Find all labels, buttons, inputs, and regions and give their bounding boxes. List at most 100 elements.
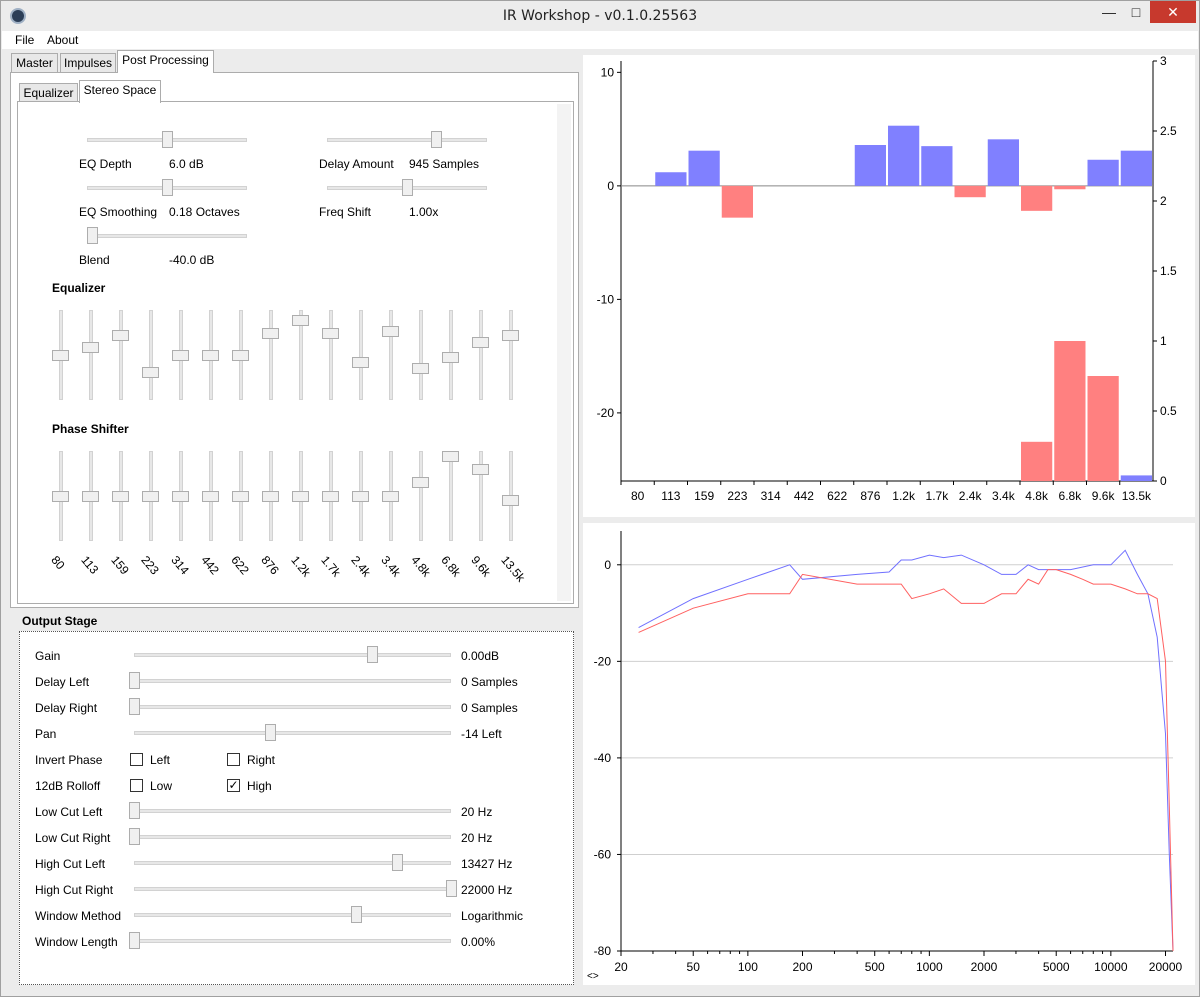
pan-thumb[interactable] bbox=[265, 724, 277, 741]
delay-right-value: 0 Samples bbox=[461, 701, 518, 715]
low-cut-left-slider[interactable] bbox=[134, 809, 451, 813]
eq-depth-thumb[interactable] bbox=[161, 131, 173, 148]
phase-thumb-442[interactable] bbox=[202, 490, 219, 502]
delay-right-thumb[interactable] bbox=[129, 698, 140, 715]
tab-post-processing[interactable]: Post Processing bbox=[117, 50, 214, 73]
scroll-hint[interactable]: <> bbox=[587, 971, 599, 982]
eq-thumb-9.6k[interactable] bbox=[472, 336, 489, 348]
phase-thumb-13.5k[interactable] bbox=[502, 495, 519, 507]
window-method-thumb[interactable] bbox=[350, 906, 362, 923]
phase-thumb-159[interactable] bbox=[112, 490, 129, 502]
delay-right-slider[interactable] bbox=[134, 705, 451, 709]
phase-thumb-223[interactable] bbox=[142, 490, 159, 502]
menu-file[interactable]: File bbox=[15, 33, 34, 47]
freq-shift-thumb[interactable] bbox=[401, 179, 413, 196]
eq-slider-876[interactable] bbox=[269, 310, 273, 400]
gain-slider[interactable] bbox=[134, 653, 451, 657]
minimize-button[interactable]: — bbox=[1096, 1, 1122, 23]
invert-right-checkbox[interactable] bbox=[227, 753, 240, 766]
eq-thumb-442[interactable] bbox=[202, 349, 219, 361]
eq-thumb-1.2k[interactable] bbox=[292, 314, 309, 326]
delay-left-slider[interactable] bbox=[134, 679, 451, 683]
phase-thumb-80[interactable] bbox=[52, 490, 69, 502]
high-cut-right-thumb[interactable] bbox=[446, 880, 457, 897]
eq-slider-4.8k[interactable] bbox=[419, 310, 423, 400]
window-method-slider[interactable] bbox=[134, 913, 451, 917]
menu-about[interactable]: About bbox=[47, 33, 78, 47]
tab-stereo-space[interactable]: Stereo Space bbox=[79, 80, 161, 103]
blend-slider[interactable] bbox=[87, 234, 247, 238]
eq-slider-3.4k[interactable] bbox=[389, 310, 393, 400]
tab-equalizer[interactable]: Equalizer bbox=[19, 83, 78, 103]
delay-amount-label: Delay Amount bbox=[319, 157, 394, 171]
phase-thumb-2.4k[interactable] bbox=[352, 490, 369, 502]
vertical-scrollbar[interactable] bbox=[557, 104, 571, 601]
eq-slider-223[interactable] bbox=[149, 310, 153, 400]
eq-slider-113[interactable] bbox=[89, 310, 93, 400]
blend-thumb[interactable] bbox=[87, 227, 98, 244]
eq-smoothing-thumb[interactable] bbox=[161, 179, 173, 196]
eq-thumb-13.5k[interactable] bbox=[502, 329, 519, 341]
maximize-button[interactable]: □ bbox=[1123, 1, 1149, 23]
phase-thumb-622[interactable] bbox=[232, 490, 249, 502]
eq-thumb-6.8k[interactable] bbox=[442, 351, 459, 363]
phase-thumb-1.7k[interactable] bbox=[322, 490, 339, 502]
invert-phase-label: Invert Phase bbox=[35, 753, 103, 767]
y-tick-label: -20 bbox=[597, 406, 615, 420]
high-cut-right-slider[interactable] bbox=[134, 887, 451, 891]
eq-slider-9.6k[interactable] bbox=[479, 310, 483, 400]
high-cut-left-slider[interactable] bbox=[134, 861, 451, 865]
eq-slider-13.5k[interactable] bbox=[509, 310, 513, 400]
eq-thumb-876[interactable] bbox=[262, 328, 279, 340]
rolloff-high-checkbox[interactable]: ✓ bbox=[227, 779, 240, 792]
y-tick-label: 10 bbox=[601, 65, 615, 79]
gain-thumb[interactable] bbox=[366, 646, 378, 663]
eq-thumb-223[interactable] bbox=[142, 366, 159, 378]
tab-impulses[interactable]: Impulses bbox=[60, 53, 116, 74]
window-length-thumb[interactable] bbox=[129, 932, 140, 949]
phase-thumb-876[interactable] bbox=[262, 490, 279, 502]
eq-slider-2.4k[interactable] bbox=[359, 310, 363, 400]
delay-amount-slider[interactable] bbox=[327, 138, 487, 142]
eq-thumb-314[interactable] bbox=[172, 349, 189, 361]
eq-thumb-159[interactable] bbox=[112, 329, 129, 341]
high-cut-left-thumb[interactable] bbox=[392, 854, 404, 871]
phase-thumb-6.8k[interactable] bbox=[442, 451, 459, 462]
blend-label: Blend bbox=[79, 253, 110, 267]
phase-thumb-113[interactable] bbox=[82, 490, 99, 502]
eq-slider-159[interactable] bbox=[119, 310, 123, 400]
eq-depth-value: 6.0 dB bbox=[169, 157, 204, 171]
phase-thumb-4.8k[interactable] bbox=[412, 477, 429, 489]
delay-left-thumb[interactable] bbox=[129, 672, 140, 689]
rolloff-low-checkbox[interactable] bbox=[130, 779, 143, 792]
eq-thumb-2.4k[interactable] bbox=[352, 357, 369, 369]
x-tick-label: 159 bbox=[694, 489, 714, 503]
eq-thumb-113[interactable] bbox=[82, 341, 99, 353]
eq-thumb-4.8k[interactable] bbox=[412, 362, 429, 374]
low-cut-right-slider[interactable] bbox=[134, 835, 451, 839]
eq-thumb-3.4k[interactable] bbox=[382, 325, 399, 337]
eq-slider-1.7k[interactable] bbox=[329, 310, 333, 400]
phase-slider-6.8k[interactable] bbox=[449, 451, 453, 541]
low-cut-left-thumb[interactable] bbox=[129, 802, 140, 819]
x-tick-label: 80 bbox=[631, 489, 645, 503]
phase-thumb-3.4k[interactable] bbox=[382, 490, 399, 502]
phase-thumb-1.2k[interactable] bbox=[292, 490, 309, 502]
phase-thumb-9.6k[interactable] bbox=[472, 464, 489, 476]
close-button[interactable]: ✕ bbox=[1150, 1, 1196, 23]
invert-left-label: Left bbox=[150, 753, 171, 767]
pan-slider[interactable] bbox=[134, 731, 451, 735]
eq-thumb-622[interactable] bbox=[232, 349, 249, 361]
tab-master[interactable]: Master bbox=[11, 53, 58, 74]
phase-thumb-314[interactable] bbox=[172, 490, 189, 502]
phase-slider-4.8k[interactable] bbox=[419, 451, 423, 541]
window-length-slider[interactable] bbox=[134, 939, 451, 943]
high-cut-left-value: 13427 Hz bbox=[461, 857, 513, 871]
y-tick-label: -80 bbox=[594, 944, 612, 958]
eq-thumb-80[interactable] bbox=[52, 349, 69, 361]
invert-left-checkbox[interactable] bbox=[130, 753, 143, 766]
eq-thumb-1.7k[interactable] bbox=[322, 328, 339, 340]
x-tick-label: 13.5k bbox=[1122, 489, 1152, 503]
low-cut-right-thumb[interactable] bbox=[129, 828, 140, 845]
delay-amount-thumb[interactable] bbox=[431, 131, 443, 148]
